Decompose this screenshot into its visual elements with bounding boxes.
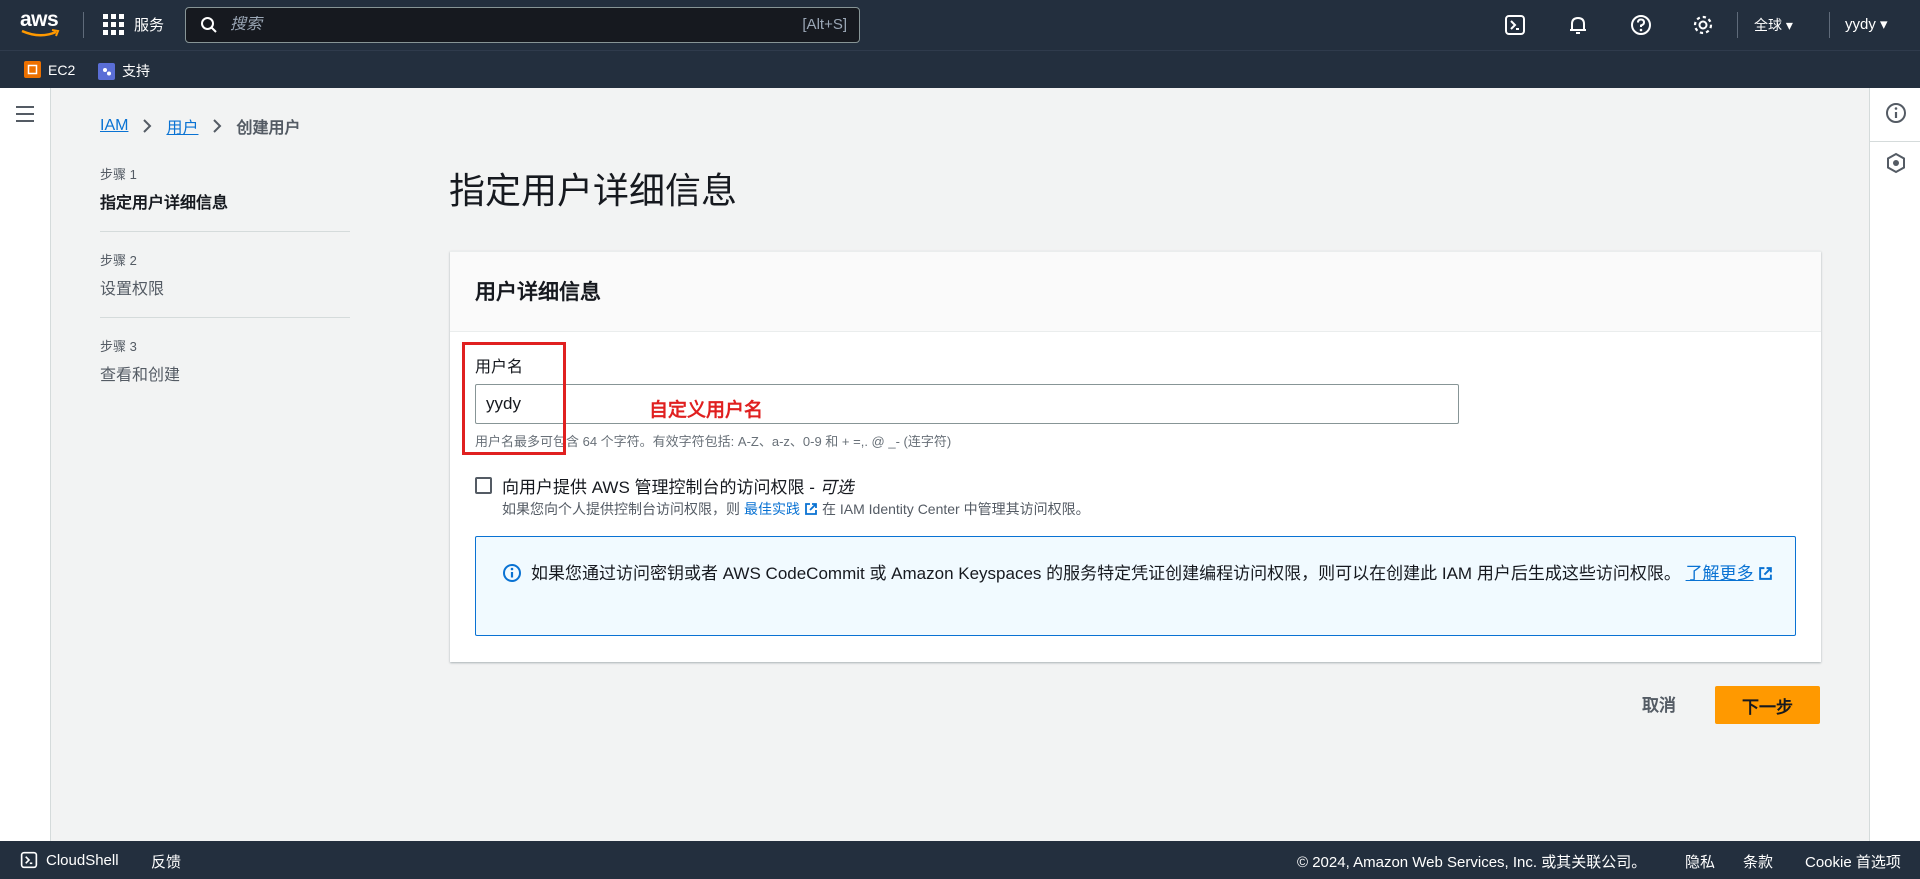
account-label: yydy [1845,16,1876,33]
nav-divider [1829,12,1830,38]
container-header: 用户详细信息 [450,252,1821,332]
container-title: 用户详细信息 [475,281,601,304]
next-button[interactable]: 下一步 [1715,686,1820,724]
favorites-bar: EC2 支持 [0,50,1920,88]
region-label: 全球 [1754,17,1782,33]
nav-divider [1737,12,1738,38]
console-access-option: 向用户提供 AWS 管理控制台的访问权限 - 可选 [475,473,854,498]
cancel-button[interactable]: 取消 [1626,684,1692,722]
services-label: 服务 [134,17,165,34]
cloudshell-icon [20,851,38,869]
region-selector[interactable]: 全球 ▾ [1754,15,1793,35]
caret-down-icon: ▾ [1880,16,1888,33]
step-title: 查看和创建 [100,367,181,384]
wizard-step-1: 步骤 1 指定用户详细信息 [100,164,350,232]
caret-down-icon: ▾ [1785,17,1793,33]
learn-more-link[interactable]: 了解更多 [1686,564,1754,583]
ec2-icon [24,61,41,78]
wizard-step-2: 步骤 2 设置权限 [100,250,350,318]
footer-terms-link[interactable]: 条款 [1743,851,1773,872]
info-alert: 如果您通过访问密钥或者 AWS CodeCommit 或 Amazon Keys… [475,536,1796,636]
favorite-label: 支持 [122,63,150,79]
page-title: 指定用户详细信息 [449,170,738,211]
top-navigation: aws 服务 [Alt+S] [0,0,1920,50]
search-icon [201,17,217,33]
aws-logo[interactable]: aws [20,8,62,40]
favorite-ec2[interactable]: EC2 [24,61,75,78]
footer-copyright: © 2024, Amazon Web Services, Inc. 或其关联公司… [1297,854,1647,871]
chevron-right-icon [143,119,152,133]
username-input[interactable] [475,384,1459,424]
step-number: 步骤 2 [100,253,137,268]
step-title: 设置权限 [100,281,165,298]
info-panel-icon[interactable] [1885,102,1907,124]
breadcrumb-users[interactable]: 用户 [166,114,198,138]
rail-divider [1870,141,1920,142]
footer-privacy-link[interactable]: 隐私 [1685,851,1715,872]
aws-logo-text: aws [20,8,59,31]
footer-cookie-preferences-link[interactable]: Cookie 首选项 [1805,851,1901,872]
step-title: 指定用户详细信息 [100,195,229,212]
left-rail [0,88,51,841]
external-link-icon[interactable] [804,502,818,516]
footer: CloudShell 反馈 © 2024, Amazon Web Service… [0,841,1920,879]
user-details-container: 用户详细信息 用户名 用户名最多可包含 64 个字符。有效字符包括: A-Z、a… [450,251,1821,662]
favorite-label: EC2 [48,61,76,78]
breadcrumb-iam[interactable]: IAM [100,117,128,135]
cloudshell-icon[interactable] [1504,14,1526,36]
menu-hamburger-icon[interactable] [16,106,34,122]
step-number: 步骤 3 [100,339,137,354]
breadcrumb: IAM 用户 创建用户 [100,114,300,138]
chevron-right-icon [213,119,222,133]
step-number: 步骤 1 [100,167,137,182]
right-rail [1869,88,1920,841]
notifications-bell-icon[interactable] [1567,14,1589,36]
favorite-support[interactable]: 支持 [98,61,150,81]
footer-feedback-link[interactable]: 反馈 [151,851,181,872]
wizard-step-3: 步骤 3 查看和创建 [100,336,350,403]
cloudshell-label: CloudShell [46,851,119,869]
services-grid-icon [103,14,124,35]
search-input[interactable] [230,16,770,34]
breadcrumb-current: 创建用户 [236,120,301,137]
console-access-checkbox[interactable] [475,477,492,494]
support-icon [98,62,115,80]
help-icon[interactable] [1630,14,1652,36]
annotation-label: 自定义用户名 [649,400,764,421]
tutorial-hexagon-icon[interactable] [1885,152,1907,174]
best-practices-link[interactable]: 最佳实践 [744,499,800,519]
annotation-highlight-box [462,342,566,455]
console-access-label: 向用户提供 AWS 管理控制台的访问权限 - 可选 [502,478,854,497]
console-access-description: 如果您向个人提供控制台访问权限，则 最佳实践 在 IAM Identity Ce… [502,499,1090,519]
search-bar[interactable]: [Alt+S] [185,7,860,43]
external-link-icon[interactable] [1758,566,1773,581]
services-menu-button[interactable]: 服务 [103,14,164,35]
wizard-steps: 步骤 1 指定用户详细信息 步骤 2 设置权限 步骤 3 查看和创建 [100,164,350,421]
aws-smile-icon [21,29,60,37]
info-icon [503,564,521,582]
settings-gear-icon[interactable] [1692,14,1714,36]
nav-divider [83,12,84,38]
search-shortcut-hint: [Alt+S] [802,16,847,33]
info-alert-text: 如果您通过访问密钥或者 AWS CodeCommit 或 Amazon Keys… [531,559,1781,588]
footer-cloudshell-button[interactable]: CloudShell [20,851,119,869]
account-menu[interactable]: yydy ▾ [1845,15,1888,33]
optional-label: 可选 [819,478,854,497]
